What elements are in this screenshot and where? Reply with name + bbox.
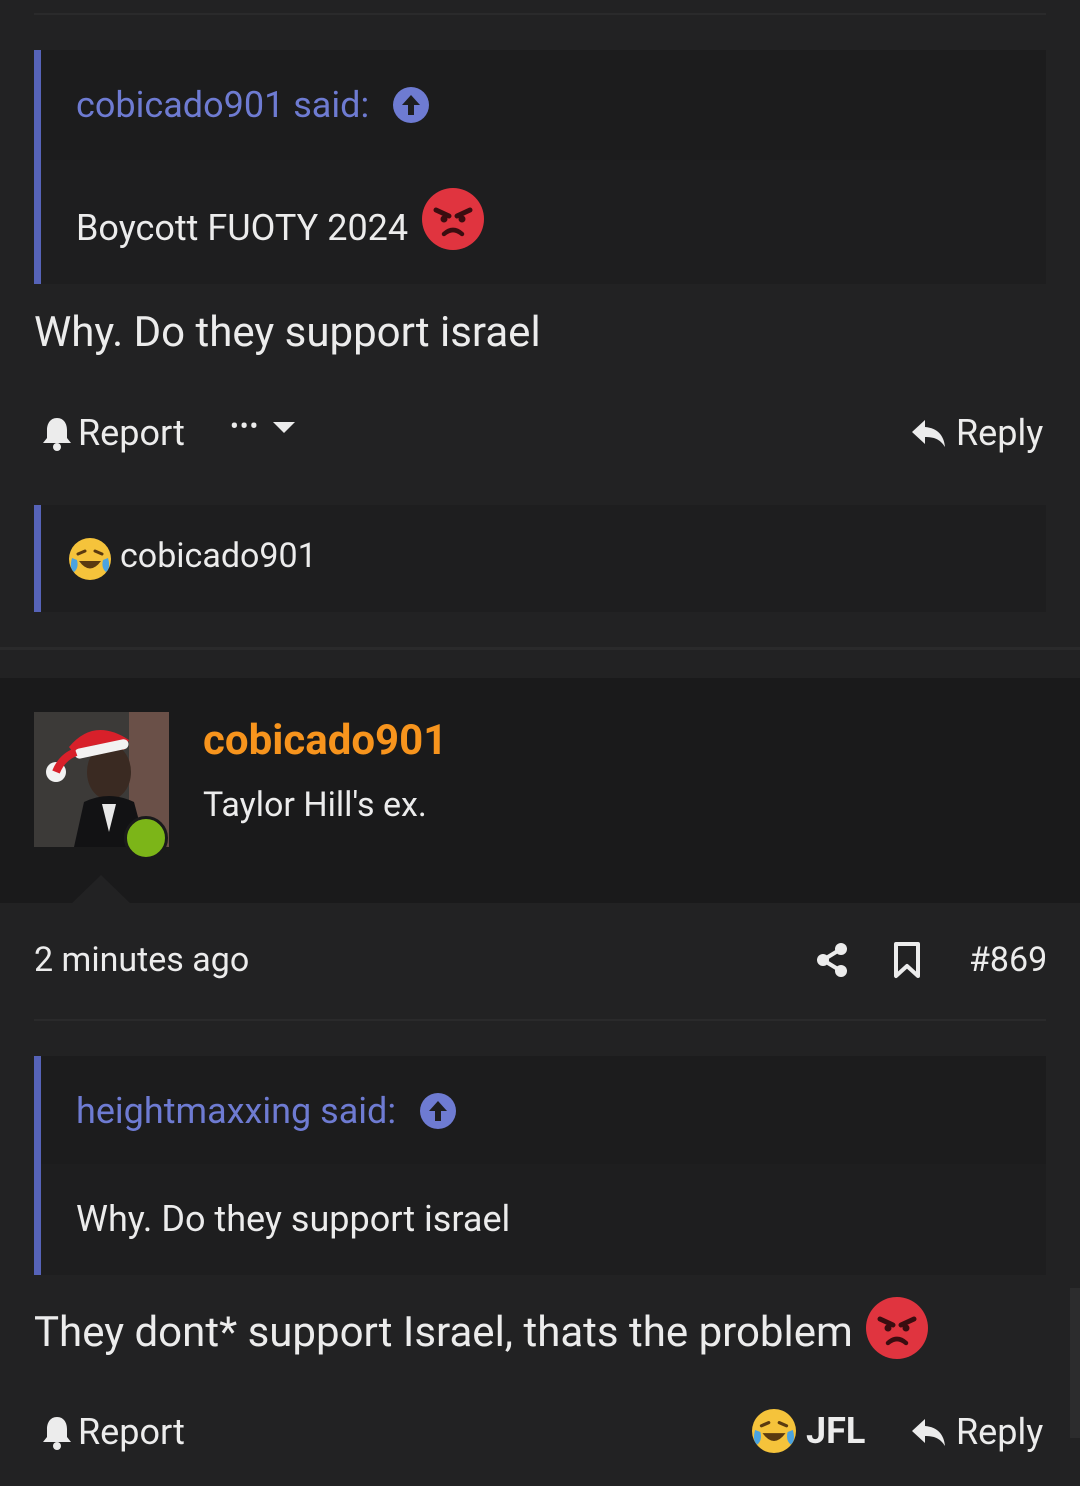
- quote-text: Boycott FUOTY 2024: [76, 207, 409, 249]
- quote-block: heightmaxxing said: Why. Do they support…: [34, 1056, 1046, 1275]
- laughing-crying-emoji-icon: [752, 1409, 796, 1453]
- scrollbar[interactable]: [1070, 1288, 1080, 1438]
- post-body: They dont* support Israel, thats the pro…: [34, 1308, 853, 1357]
- arrow-up-icon[interactable]: [420, 1093, 456, 1129]
- header-pointer: [70, 875, 132, 905]
- angry-emoji-icon: [866, 1297, 928, 1359]
- post-author-name[interactable]: cobicado901: [203, 716, 447, 765]
- reactions-bar[interactable]: cobicado901: [34, 505, 1046, 612]
- post-timestamp[interactable]: 2 minutes ago: [34, 940, 249, 980]
- react-label: JFL: [806, 1410, 866, 1452]
- report-label: Report: [78, 1411, 185, 1453]
- reply-button[interactable]: Reply: [910, 412, 1043, 454]
- online-status-indicator: [124, 816, 168, 860]
- caret-down-icon: [273, 422, 296, 433]
- quote-header: cobicado901 said:: [41, 50, 1046, 160]
- share-icon[interactable]: [815, 942, 849, 982]
- more-dots: •••: [230, 412, 260, 442]
- post-author-title: Taylor Hill's ex.: [203, 785, 427, 825]
- more-menu-button[interactable]: •••: [230, 412, 297, 442]
- report-label: Report: [78, 412, 185, 454]
- quote-header: heightmaxxing said:: [41, 1056, 1046, 1164]
- reply-label: Reply: [956, 1411, 1044, 1453]
- reaction-user[interactable]: cobicado901: [120, 536, 317, 576]
- meta-divider: [34, 1019, 1046, 1021]
- bell-icon: [43, 418, 71, 451]
- report-button[interactable]: Report: [40, 412, 185, 454]
- bookmark-icon[interactable]: [893, 941, 921, 983]
- quote-author-link[interactable]: cobicado901 said:: [76, 84, 369, 126]
- post-number[interactable]: #869: [969, 940, 1047, 980]
- quote-text: Why. Do they support israel: [76, 1198, 511, 1240]
- angry-emoji-icon: [422, 188, 484, 250]
- reply-icon: [912, 1419, 945, 1446]
- reply-button[interactable]: Reply: [910, 1411, 1043, 1453]
- post-body: Why. Do they support israel: [34, 308, 541, 357]
- arrow-up-icon[interactable]: [393, 87, 429, 123]
- top-divider: [34, 13, 1046, 15]
- quote-block: cobicado901 said: Boycott FUOTY 2024: [34, 50, 1046, 284]
- report-button[interactable]: Report: [40, 1411, 185, 1453]
- react-button[interactable]: JFL: [752, 1409, 865, 1453]
- reply-icon: [912, 420, 945, 447]
- post-separator: [0, 647, 1080, 650]
- reply-label: Reply: [956, 412, 1044, 454]
- laughing-crying-emoji-icon: [69, 538, 111, 580]
- bell-icon: [43, 1417, 71, 1450]
- post-user-header: cobicado901 Taylor Hill's ex.: [0, 678, 1080, 905]
- quote-author-link[interactable]: heightmaxxing said:: [76, 1090, 396, 1132]
